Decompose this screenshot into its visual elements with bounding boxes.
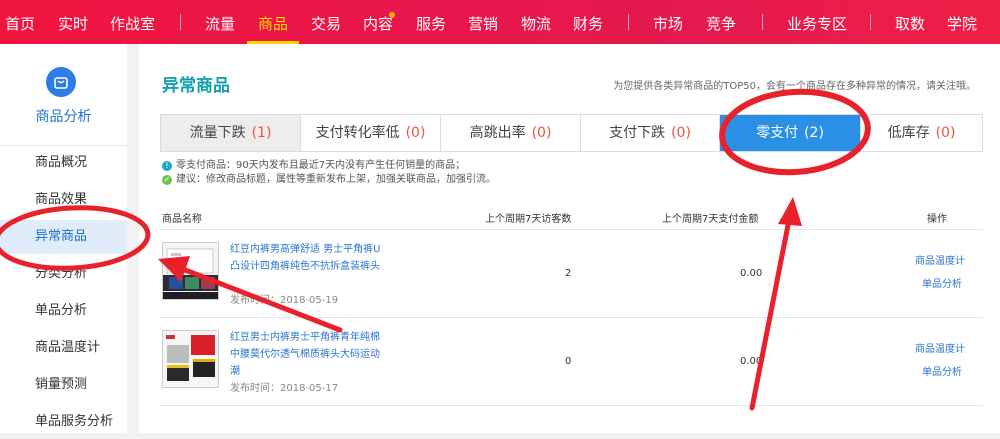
product-thermometer-link[interactable]: 商品温度计 [915, 340, 965, 355]
product-thumbnail[interactable] [162, 330, 219, 388]
table-row: 红豆内裤男高弹舒适 男士平角裤U凸设计四角裤纯色不抗拆盒装裤头 发布时间：201… [160, 231, 983, 318]
tab-label: 支付转化率低 [315, 125, 400, 141]
sidebar-item-product-thermometer[interactable]: 商品温度计 [0, 331, 127, 365]
tips-box: ! 零支付商品：90天内发布且最近7天内没有产生任何销量的商品； ✓ 建议：修改… [162, 159, 496, 187]
sidebar-item-abnormal-products[interactable]: 异常商品 [0, 220, 127, 254]
check-icon: ✓ [162, 175, 172, 185]
nav-competition[interactable]: 竞争 [706, 13, 736, 34]
product-thumbnail[interactable] [162, 242, 219, 300]
tab-traffic-drop[interactable]: 流量下跌 (1) [161, 115, 301, 151]
nav-fetch-data[interactable]: 取数 [895, 13, 925, 34]
tab-low-stock[interactable]: 低库存 (0) [861, 115, 982, 151]
tab-count: (0) [405, 125, 426, 141]
nav-separator [180, 14, 181, 30]
nav-traffic[interactable]: 流量 [205, 13, 235, 34]
publish-date: 发布时间：2018-05-19 [230, 295, 339, 306]
tab-payment-drop[interactable]: 支付下跌 (0) [581, 115, 720, 151]
tab-label: 流量下跌 [189, 125, 246, 141]
sidebar-title: 商品分析 [35, 109, 92, 125]
tab-label: 低库存 [887, 125, 930, 141]
product-link[interactable]: 红豆男士内裤男士平角裤青年纯棉中腰莫代尔透气棉质裤头大码运动潮 [230, 329, 385, 380]
abnormal-type-tabs: 流量下跌 (1) 支付转化率低 (0) 高跳出率 (0) 支付下跌 (0) 零支付 (2)… [160, 114, 983, 152]
tab-label: 高跳出率 [469, 125, 526, 141]
nav-academy[interactable]: 学院 [947, 13, 977, 34]
visitors-value: 2 [565, 268, 572, 279]
main-panel: 异常商品 为您提供各类异常商品的TOP50，会有一个商品存在多种异常的情况，请关… [139, 44, 1000, 433]
product-link[interactable]: 红豆内裤男高弹舒适 男士平角裤U凸设计四角裤纯色不抗拆盒装裤头 [230, 241, 385, 275]
sidebar-item-product-effect[interactable]: 商品效果 [0, 183, 127, 217]
page-description: 为您提供各类异常商品的TOP50，会有一个商品存在多种异常的情况，请关注哦。 [613, 81, 976, 92]
tab-count: (0) [935, 125, 956, 141]
notification-dot [389, 12, 395, 18]
info-tip: ! 零支付商品：90天内发布且最近7天内没有产生任何销量的商品； [162, 159, 496, 173]
info-icon: ! [162, 161, 172, 171]
nav-realtime[interactable]: 实时 [58, 13, 88, 34]
publish-date: 发布时间：2018-05-17 [230, 383, 339, 394]
tab-zero-payment[interactable]: 零支付 (2) [720, 115, 861, 151]
tab-label: 零支付 [756, 125, 799, 141]
tab-count: (0) [671, 125, 691, 141]
table-header: 商品名称 上个周期7天访客数 上个周期7天支付金额 操作 [160, 204, 983, 230]
header-actions: 操作 [927, 214, 947, 225]
shopping-bag-icon [46, 67, 76, 97]
tab-label: 支付下跌 [609, 125, 666, 141]
sidebar-item-product-overview[interactable]: 商品概况 [0, 146, 127, 180]
nav-transactions[interactable]: 交易 [311, 13, 341, 34]
nav-finance[interactable]: 财务 [573, 13, 603, 34]
info-tip-text: 零支付商品：90天内发布且最近7天内没有产生任何销量的商品； [176, 160, 466, 171]
sidebar-item-single-service-analysis[interactable]: 单品服务分析 [0, 405, 127, 439]
sidebar-item-category-analysis[interactable]: 分类分析 [0, 257, 127, 291]
advice-tip: ✓ 建议：修改商品标题，属性等重新发布上架，加强关联商品，加强引流。 [162, 173, 496, 187]
advice-tip-text: 建议：修改商品标题，属性等重新发布上架，加强关联商品，加强引流。 [176, 174, 496, 185]
sidebar-item-single-product-analysis[interactable]: 单品分析 [0, 294, 127, 328]
nav-business-zone[interactable]: 业务专区 [787, 13, 847, 34]
visitors-value: 0 [565, 356, 572, 367]
nav-home[interactable]: 首页 [5, 13, 35, 34]
payment-amount-value: 0.00 [740, 356, 763, 367]
header-payment-amount: 上个周期7天支付金额 [662, 214, 759, 225]
header-visitors: 上个周期7天访客数 [485, 214, 572, 225]
sidebar-item-sales-forecast[interactable]: 销量预测 [0, 368, 127, 402]
tab-count: (2) [804, 125, 824, 141]
single-product-analysis-link[interactable]: 单品分析 [922, 363, 962, 378]
nav-war-room[interactable]: 作战室 [110, 13, 155, 34]
tab-count: (0) [531, 125, 552, 141]
page-title: 异常商品 [162, 76, 230, 96]
nav-products[interactable]: 商品 [258, 13, 288, 34]
nav-logistics[interactable]: 物流 [521, 13, 551, 34]
tab-high-bounce[interactable]: 高跳出率 (0) [441, 115, 581, 151]
tab-low-conversion[interactable]: 支付转化率低 (0) [301, 115, 441, 151]
nav-separator [628, 14, 629, 30]
top-navigation-bar: 首页 实时 作战室 流量 商品 交易 内容 服务 营销 物流 财务 市场 竞争 … [0, 0, 1000, 44]
sidebar: 商品分析 商品概况 商品效果 异常商品 分类分析 单品分析 商品温度计 销量预测… [0, 44, 127, 433]
nav-separator [870, 14, 871, 30]
payment-amount-value: 0.00 [740, 268, 763, 279]
nav-market[interactable]: 市场 [653, 13, 683, 34]
nav-marketing[interactable]: 营销 [468, 13, 498, 34]
nav-separator [762, 14, 763, 30]
product-thermometer-link[interactable]: 商品温度计 [915, 252, 965, 267]
table-row: 红豆男士内裤男士平角裤青年纯棉中腰莫代尔透气棉质裤头大码运动潮 发布时间：201… [160, 319, 983, 406]
tab-count: (1) [251, 125, 272, 141]
single-product-analysis-link[interactable]: 单品分析 [922, 275, 962, 290]
nav-service[interactable]: 服务 [416, 13, 446, 34]
header-product-name: 商品名称 [162, 214, 202, 225]
